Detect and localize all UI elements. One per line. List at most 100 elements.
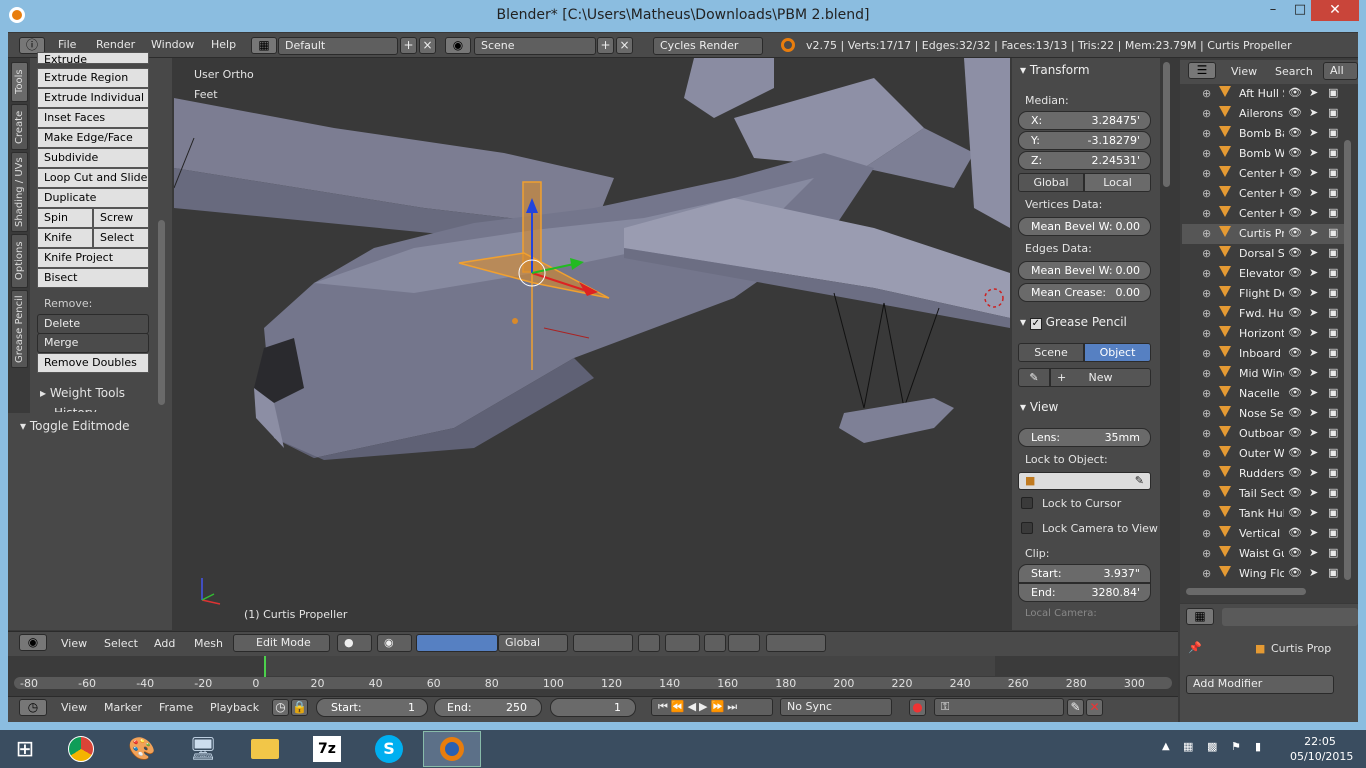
outliner-row[interactable]: ⊕ Wing Flo 👁 ➤ ▣	[1182, 564, 1344, 584]
menu-render[interactable]: Render	[96, 38, 135, 51]
knife-button[interactable]: Knife	[37, 228, 93, 248]
camera-render-icon[interactable]: ▣	[1328, 446, 1338, 459]
manipulator-toggles[interactable]	[416, 634, 498, 652]
subdivide-button[interactable]: Subdivide	[37, 148, 149, 168]
expand-icon[interactable]: ⊕	[1202, 527, 1211, 540]
eye-icon[interactable]: 👁	[1288, 546, 1302, 559]
outliner-item-name[interactable]: Ailerons	[1239, 107, 1284, 120]
vp-menu-view[interactable]: View	[61, 637, 87, 650]
cursor-select-icon[interactable]: ➤	[1309, 386, 1318, 399]
outliner-view-menu[interactable]: View	[1231, 65, 1257, 78]
insert-keyframe-button[interactable]: ✎	[1067, 699, 1084, 716]
camera-render-icon[interactable]: ▣	[1328, 366, 1338, 379]
outliner-row[interactable]: ⊕ Vertical 👁 ➤ ▣	[1182, 524, 1344, 544]
lock-range-button[interactable]: 🔒	[291, 699, 308, 716]
cursor-select-icon[interactable]: ➤	[1309, 426, 1318, 439]
cursor-select-icon[interactable]: ➤	[1309, 266, 1318, 279]
eye-icon[interactable]: 👁	[1288, 246, 1302, 259]
outliner-row[interactable]: ⊕ Bomb Ba 👁 ➤ ▣	[1182, 124, 1344, 144]
make-edge-face-button[interactable]: Make Edge/Face	[37, 128, 149, 148]
orientation-dropdown[interactable]: Global	[498, 634, 568, 652]
cursor-select-icon[interactable]: ➤	[1309, 326, 1318, 339]
expand-icon[interactable]: ⊕	[1202, 427, 1211, 440]
view-panel-header[interactable]: ▾ View	[1020, 400, 1058, 414]
cursor-select-icon[interactable]: ➤	[1309, 286, 1318, 299]
median-y-field[interactable]: Y: -3.18279'	[1018, 131, 1151, 150]
snap-element-dropdown[interactable]	[728, 634, 760, 652]
camera-render-icon[interactable]: ▣	[1328, 226, 1338, 239]
taskbar-blender[interactable]	[423, 731, 481, 767]
grease-pencil-checkbox-icon[interactable]: ✓	[1029, 318, 1042, 330]
cursor-select-icon[interactable]: ➤	[1309, 526, 1318, 539]
camera-render-icon[interactable]: ▣	[1328, 386, 1338, 399]
outliner-item-name[interactable]: Flight De	[1239, 287, 1284, 300]
outliner-row[interactable]: ⊕ Center H 👁 ➤ ▣	[1182, 184, 1344, 204]
npanel-scrollbar[interactable]	[1163, 62, 1170, 187]
eyedropper-icon[interactable]: ✎	[1135, 473, 1144, 489]
screw-button[interactable]: Screw	[93, 208, 149, 228]
tl-menu-marker[interactable]: Marker	[104, 701, 142, 714]
loop-cut-slide-button[interactable]: Loop Cut and Slide	[37, 168, 149, 188]
delete-scene-button[interactable]: ×	[616, 37, 633, 54]
outliner-row[interactable]: ⊕ Rudders 👁 ➤ ▣	[1182, 464, 1344, 484]
weight-tools-panel-header[interactable]: ▸ Weight Tools	[40, 386, 125, 400]
delete-layout-button[interactable]: ×	[419, 37, 436, 54]
outliner-editor-icon[interactable]: ☰	[1188, 62, 1216, 79]
start-button[interactable]: ⊞	[0, 731, 50, 767]
minimize-button[interactable]: –	[1258, 0, 1288, 22]
properties-editor-icon[interactable]: ▦	[1186, 608, 1214, 625]
camera-render-icon[interactable]: ▣	[1328, 166, 1338, 179]
close-button[interactable]: ✕	[1311, 0, 1359, 21]
outliner-row[interactable]: ⊕ Tail Sect 👁 ➤ ▣	[1182, 484, 1344, 504]
eye-icon[interactable]: 👁	[1288, 566, 1302, 579]
lock-object-field[interactable]: ■ ✎	[1018, 472, 1151, 490]
duplicate-button[interactable]: Duplicate	[37, 188, 149, 208]
expand-icon[interactable]: ⊕	[1202, 547, 1211, 560]
select-mode-buttons[interactable]	[573, 634, 633, 652]
3d-view-editor-icon[interactable]: ◉	[19, 634, 47, 651]
expand-icon[interactable]: ⊕	[1202, 367, 1211, 380]
tray-action-center-icon[interactable]: ▦	[1183, 740, 1193, 753]
expand-icon[interactable]: ⊕	[1202, 307, 1211, 320]
eye-icon[interactable]: 👁	[1288, 326, 1302, 339]
eye-icon[interactable]: 👁	[1288, 166, 1302, 179]
cursor-select-icon[interactable]: ➤	[1309, 306, 1318, 319]
camera-render-icon[interactable]: ▣	[1328, 406, 1338, 419]
cursor-select-icon[interactable]: ➤	[1309, 86, 1318, 99]
outliner-row[interactable]: ⊕ Tank Hul 👁 ➤ ▣	[1182, 504, 1344, 524]
outliner-row[interactable]: ⊕ Ailerons 👁 ➤ ▣	[1182, 104, 1344, 124]
transform-panel-header[interactable]: ▾ Transform	[1020, 63, 1090, 77]
keying-set-field[interactable]: ⚿	[934, 698, 1064, 716]
outliner-row[interactable]: ⊕ Inboard t 👁 ➤ ▣	[1182, 344, 1344, 364]
cursor-select-icon[interactable]: ➤	[1309, 366, 1318, 379]
expand-icon[interactable]: ⊕	[1202, 187, 1211, 200]
scene-icon[interactable]: ◉	[445, 37, 471, 54]
outliner-item-name[interactable]: Wing Flo	[1239, 567, 1284, 580]
extrude-region-button[interactable]: Extrude Region	[37, 68, 149, 88]
cursor-select-icon[interactable]: ➤	[1309, 466, 1318, 479]
eye-icon[interactable]: 👁	[1288, 386, 1302, 399]
camera-render-icon[interactable]: ▣	[1328, 306, 1338, 319]
camera-render-icon[interactable]: ▣	[1328, 286, 1338, 299]
cursor-select-icon[interactable]: ➤	[1309, 106, 1318, 119]
outliner-item-name[interactable]: Aft Hull S	[1239, 87, 1284, 100]
outliner-row[interactable]: ⊕ Center H 👁 ➤ ▣	[1182, 164, 1344, 184]
outliner-row[interactable]: ⊕ Bomb W 👁 ➤ ▣	[1182, 144, 1344, 164]
tray-flag-icon[interactable]: ⚑	[1231, 740, 1241, 753]
camera-render-icon[interactable]: ▣	[1328, 546, 1338, 559]
cursor-select-icon[interactable]: ➤	[1309, 566, 1318, 579]
median-z-field[interactable]: Z: 2.24531'	[1018, 151, 1151, 170]
edge-mean-bevel-field[interactable]: Mean Bevel W: 0.00	[1018, 261, 1151, 280]
bisect-button[interactable]: Bisect	[37, 268, 149, 288]
expand-icon[interactable]: ⊕	[1202, 267, 1211, 280]
outliner-row[interactable]: ⊕ Waist Gu 👁 ➤ ▣	[1182, 544, 1344, 564]
taskbar-app[interactable]: 🖥	[174, 731, 232, 767]
cursor-select-icon[interactable]: ➤	[1309, 166, 1318, 179]
outliner-item-name[interactable]: Center H	[1239, 167, 1284, 180]
inset-faces-button[interactable]: Inset Faces	[37, 108, 149, 128]
camera-render-icon[interactable]: ▣	[1328, 206, 1338, 219]
gp-object-toggle[interactable]: Object	[1084, 343, 1151, 362]
camera-render-icon[interactable]: ▣	[1328, 126, 1338, 139]
screen-layout-icon[interactable]: ▦	[251, 37, 277, 54]
tab-create[interactable]: Create	[11, 104, 28, 150]
